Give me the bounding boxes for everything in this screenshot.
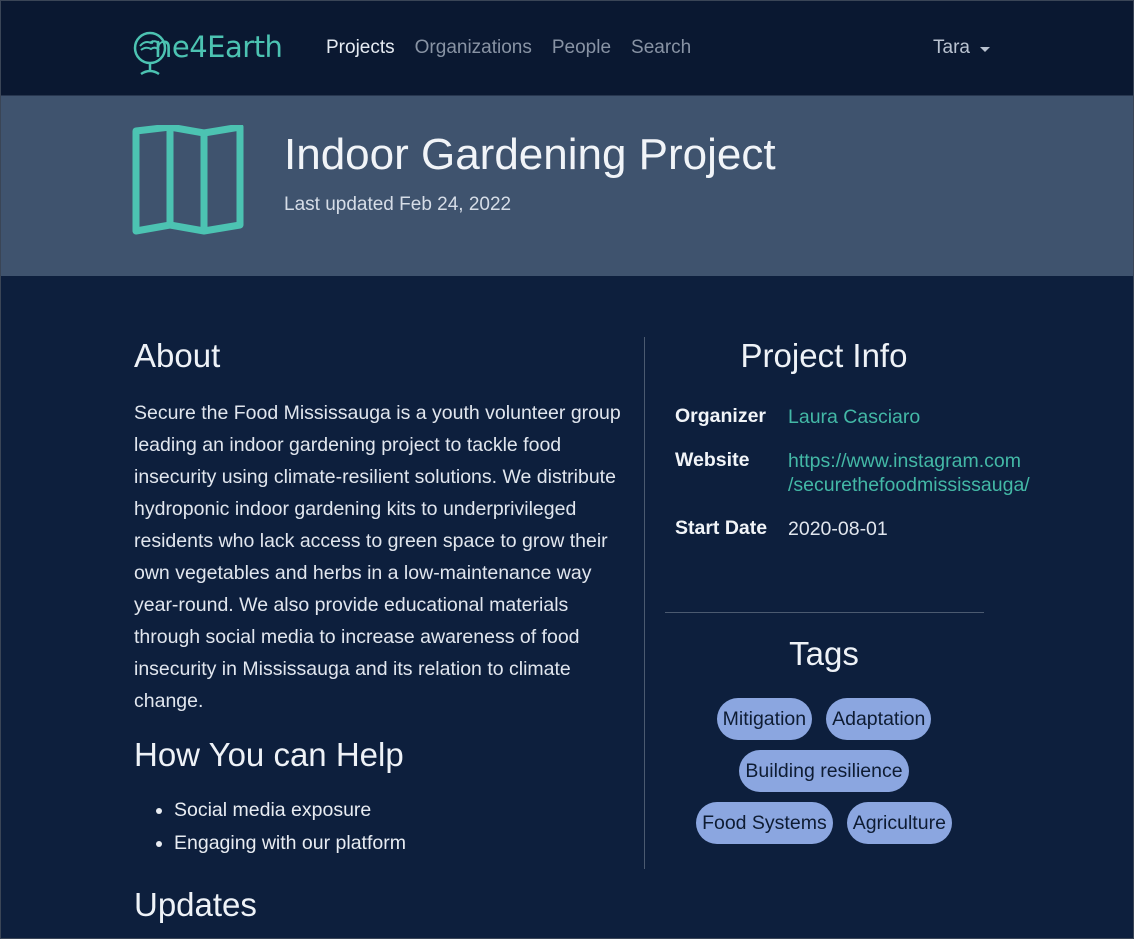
- tag-mitigation[interactable]: Mitigation: [716, 698, 813, 740]
- navbar: ne4Earth Projects Organizations People S…: [1, 1, 1133, 96]
- help-list: Social media exposure Engaging with our …: [134, 794, 624, 860]
- website-link[interactable]: https://www.instagram.com /securethefood…: [788, 450, 1030, 496]
- info-divider: [665, 612, 984, 613]
- user-menu[interactable]: Tara: [933, 37, 990, 59]
- about-heading: About: [134, 337, 221, 374]
- website-link-line1: https://www.instagram.com: [788, 450, 1021, 472]
- tag-building-resilience[interactable]: Building resilience: [739, 750, 909, 792]
- user-name: Tara: [933, 37, 970, 58]
- website-label: Website: [675, 449, 750, 471]
- nav-link-people[interactable]: People: [552, 37, 611, 59]
- project-details: About Secure the Food Mississauga is a y…: [134, 337, 624, 860]
- start-date-label: Start Date: [675, 517, 768, 539]
- nav-link-projects[interactable]: Projects: [326, 37, 395, 59]
- organizer-label: Organizer: [675, 405, 767, 427]
- tags-heading: Tags: [789, 635, 859, 672]
- organizer-value: Laura Casciaro: [788, 405, 920, 429]
- column-divider: [644, 337, 645, 869]
- organizer-link[interactable]: Laura Casciaro: [788, 406, 920, 428]
- last-updated: Last updated Feb 24, 2022: [284, 194, 512, 215]
- map-icon: [132, 123, 244, 242]
- nav-link-search[interactable]: Search: [631, 37, 691, 59]
- info-row-website: Website https://www.instagram.com /secur…: [675, 449, 1030, 497]
- tag-list: Mitigation Adaptation Building resilienc…: [681, 698, 967, 844]
- project-info-table: Organizer Laura Casciaro Website https:/…: [675, 405, 1030, 561]
- info-row-start-date: Start Date 2020-08-01: [675, 517, 1030, 541]
- brand-logo[interactable]: ne4Earth: [132, 25, 283, 81]
- list-item: Engaging with our platform: [174, 827, 624, 860]
- brand-name: ne4Earth: [154, 30, 283, 64]
- start-date-value: 2020-08-01: [788, 518, 888, 540]
- project-title: Indoor Gardening Project: [284, 130, 776, 179]
- tag-food-systems[interactable]: Food Systems: [696, 802, 833, 844]
- help-heading: How You can Help: [134, 736, 404, 773]
- website-link-line2: /securethefoodmississauga/: [788, 474, 1030, 496]
- updates-heading: Updates: [134, 886, 257, 923]
- tag-adaptation[interactable]: Adaptation: [826, 698, 932, 740]
- page-frame: ne4Earth Projects Organizations People S…: [0, 0, 1134, 939]
- main-nav: Projects Organizations People Search: [326, 37, 691, 59]
- list-item: Social media exposure: [174, 794, 624, 827]
- project-header: Indoor Gardening Project Last updated Fe…: [1, 96, 1133, 276]
- caret-down-icon: [979, 46, 990, 52]
- tag-agriculture[interactable]: Agriculture: [846, 802, 952, 844]
- website-value: https://www.instagram.com /securethefood…: [788, 449, 1030, 497]
- about-text: Secure the Food Mississauga is a youth v…: [134, 402, 621, 712]
- nav-link-organizations[interactable]: Organizations: [415, 37, 532, 59]
- info-row-organizer: Organizer Laura Casciaro: [675, 405, 1030, 429]
- project-info-heading: Project Info: [740, 337, 908, 374]
